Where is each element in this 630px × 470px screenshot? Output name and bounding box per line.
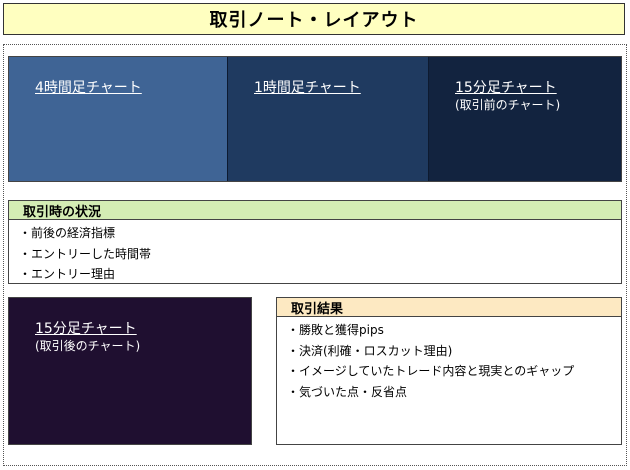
page-title-text: 取引ノート・レイアウト	[209, 10, 419, 31]
chart-15m-before-link[interactable]: 15分足チャート	[455, 77, 557, 97]
list-item: ・気づいた点・反省点	[287, 384, 408, 399]
list-item: ・前後の経済指標	[19, 226, 116, 240]
chart-15m-after-link[interactable]: 15分足チャート	[35, 318, 137, 338]
top-charts-row: 4時間足チャート 1時間足チャート 15分足チャート (取引前のチャート)	[8, 56, 622, 182]
page-title: 取引ノート・レイアウト	[3, 3, 625, 35]
trade-result-list: ・勝敗と獲得pips ・決済(利確・ロスカット理由) ・イメージしていたトレード…	[277, 317, 621, 402]
chart-4h-panel: 4時間足チャート	[9, 57, 227, 181]
list-item: ・エントリーした時間帯	[19, 246, 152, 261]
chart-15m-after-note: (取引後のチャート)	[35, 339, 141, 353]
trade-status-list: ・前後の経済指標 ・エントリーした時間帯 ・エントリー理由	[9, 220, 621, 285]
chart-1h-link[interactable]: 1時間足チャート	[254, 77, 361, 97]
list-item: ・エントリー理由	[19, 267, 116, 281]
chart-15m-before-note: (取引前のチャート)	[455, 98, 561, 112]
chart-15m-before-panel: 15分足チャート (取引前のチャート)	[428, 57, 621, 181]
trade-result-box: 取引結果 ・勝敗と獲得pips ・決済(利確・ロスカット理由) ・イメージしてい…	[276, 297, 622, 445]
list-item: ・決済(利確・ロスカット理由)	[287, 343, 453, 358]
list-item: ・勝敗と獲得pips	[287, 323, 384, 337]
chart-4h-link[interactable]: 4時間足チャート	[35, 77, 142, 97]
trade-status-box: 取引時の状況 ・前後の経済指標 ・エントリーした時間帯 ・エントリー理由	[8, 200, 622, 284]
chart-1h-panel: 1時間足チャート	[227, 57, 428, 181]
list-item: ・イメージしていたトレード内容と現実とのギャップ	[287, 364, 575, 378]
trade-status-heading: 取引時の状況	[9, 201, 621, 220]
chart-15m-after-panel: 15分足チャート (取引後のチャート)	[8, 297, 252, 445]
trade-result-heading: 取引結果	[277, 298, 621, 317]
